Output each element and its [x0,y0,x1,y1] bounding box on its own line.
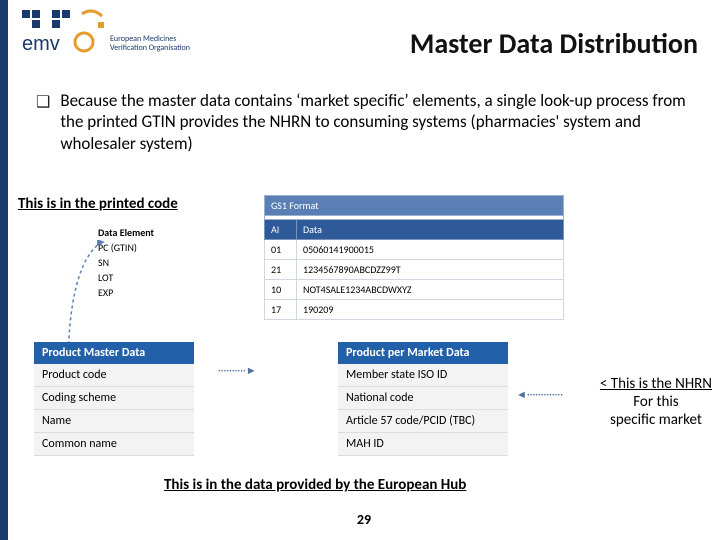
market-header: Product per Market Data [338,342,508,364]
market-row: Article 57 code/PCID (TBC) [338,410,508,433]
gs1-ai-header: AI [265,220,297,240]
master-row: Common name [34,433,194,456]
gs1-format-header: GS1 Format [265,196,564,216]
gs1-data-header: Data [297,220,564,240]
gs1-cell: 01 [265,240,297,260]
master-row: Name [34,410,194,433]
product-master-data-table: Product Master Data Product code Coding … [34,342,194,456]
gs1-cell: 05060141900015 [297,240,564,260]
dots-icon: ··········► [218,364,257,377]
gs1-cell: 17 [265,300,297,320]
market-row: MAH ID [338,433,508,456]
data-element-table: Data Element PC (GTIN) SN LOT EXP [98,225,160,300]
de-header: Data Element [98,225,160,240]
bullet-text: Because the master data contains ‘market… [60,90,696,154]
page-number: 29 [357,511,371,528]
nhrn-line: For this [600,393,712,411]
gs1-cell: 21 [265,260,297,280]
nhrn-line: < This is the NHRN [600,375,712,393]
market-row: Member state ISO ID [338,364,508,387]
dots-icon: ◄············· [516,388,563,401]
gs1-cell: 190209 [297,300,564,320]
page-title: Master Data Distribution [410,26,698,61]
master-row: Product code [34,364,194,387]
gs1-table: GS1 Format AI Data 0105060141900015 2112… [264,195,564,320]
de-row: PC (GTIN) [98,240,160,255]
hub-data-label: This is in the data provided by the Euro… [164,476,466,494]
master-header: Product Master Data [34,342,194,364]
printed-code-label: This is in the printed code [18,195,178,213]
master-row: Coding scheme [34,387,194,410]
nhrn-annotation: < This is the NHRN For this specific mar… [600,375,712,429]
gs1-cell: 1234567890ABCDZZ99T [297,260,564,280]
svg-text:emv: emv [22,33,60,54]
market-row: National code [338,387,508,410]
gs1-cell: NOT4SALE1234ABCDWXYZ [297,280,564,300]
logo-text-line2: Verification Organisation [110,44,190,52]
product-per-market-table: Product per Market Data Member state ISO… [338,342,508,456]
bullet-square-icon: ❑ [36,92,50,154]
de-row: EXP [98,285,160,300]
nhrn-line: specific market [600,411,712,429]
de-row: SN [98,255,160,270]
de-row: LOT [98,270,160,285]
body-bullet: ❑ Because the master data contains ‘mark… [36,90,696,154]
gs1-cell: 10 [265,280,297,300]
logo: emv European Medicines Verification Orga… [22,12,190,52]
